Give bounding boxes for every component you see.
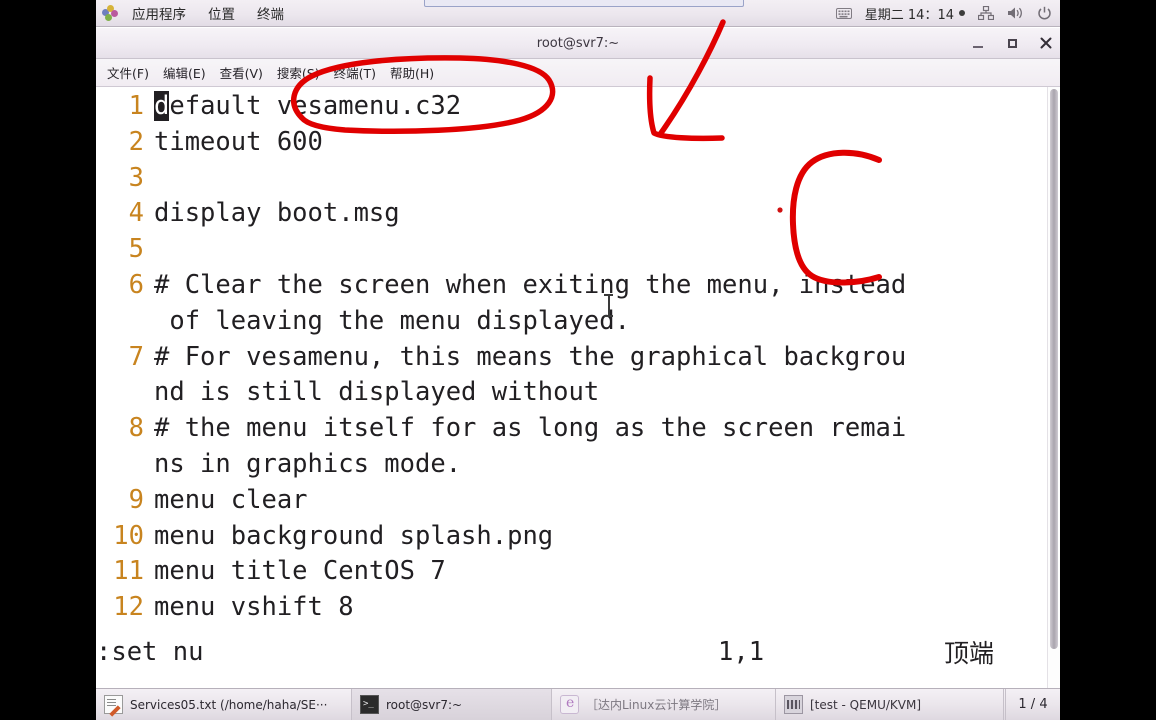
line-content: display boot.msg xyxy=(154,198,400,229)
terminal-icon xyxy=(360,695,379,714)
taskbar-item-label: ［达内Linux云计算学院］ xyxy=(586,698,727,712)
terminal-line: 2 timeout 600 xyxy=(96,125,1046,161)
desktop: 应用程序 位置 终端 星期二 14：14 root@svr7:~ 文件(F) 编… xyxy=(96,0,1060,720)
terminal-line: 5 xyxy=(96,232,1046,268)
menu-help[interactable]: 帮助(H) xyxy=(383,60,441,85)
line-number: 10 xyxy=(113,520,144,551)
taskbar-item-browser[interactable]: ［达内Linux云计算学院］ xyxy=(552,689,776,720)
line-content: efault vesamenu.c32 xyxy=(169,91,462,121)
workspace-indicator[interactable]: 1 / 4 xyxy=(1005,689,1060,720)
line-number: 9 xyxy=(128,484,144,515)
screen-root: 应用程序 位置 终端 星期二 14：14 root@svr7:~ 文件(F) 编… xyxy=(0,0,1156,720)
network-icon[interactable] xyxy=(978,6,994,20)
top-panel-left: 应用程序 位置 终端 xyxy=(96,0,295,26)
line-content: nd is still displayed without xyxy=(154,377,600,408)
clock[interactable]: 星期二 14：14 xyxy=(865,4,965,23)
menu-applications[interactable]: 应用程序 xyxy=(121,0,197,26)
window-controls xyxy=(970,28,1054,58)
line-content: # the menu itself for as long as the scr… xyxy=(154,413,907,444)
maximize-button[interactable] xyxy=(1004,35,1020,51)
terminal-scrollbar[interactable] xyxy=(1047,87,1060,689)
line-number: 6 xyxy=(128,269,144,300)
terminal-window: root@svr7:~ 文件(F) 编辑(E) 查看(V) 搜索(S) 终端(T… xyxy=(96,28,1060,689)
line-number: 11 xyxy=(113,556,144,587)
line-number: 8 xyxy=(128,413,144,444)
menu-search[interactable]: 搜索(S) xyxy=(270,60,327,85)
terminal-line: 4 display boot.msg xyxy=(96,196,1046,232)
minimize-button[interactable] xyxy=(970,35,986,51)
terminal-line: of leaving the menu displayed. xyxy=(96,304,1046,340)
menu-file[interactable]: 文件(F) xyxy=(100,60,156,85)
terminal-line: 9 menu clear xyxy=(96,483,1046,519)
taskbar-item-services05[interactable]: Services05.txt (/home/haha/SE··· xyxy=(96,689,352,720)
terminal-line: 8 # the menu itself for as long as the sc… xyxy=(96,411,1046,447)
line-number: 12 xyxy=(113,592,144,623)
line-number: 3 xyxy=(128,162,144,193)
window-title-bar[interactable]: root@svr7:~ xyxy=(96,28,1060,59)
top-panel-right: 星期二 14：14 xyxy=(835,0,1060,26)
terminal-line: 7 # For vesamenu, this means the graphica… xyxy=(96,340,1046,376)
line-number: 5 xyxy=(128,234,144,265)
terminal-line: nd is still displayed without xyxy=(96,375,1046,411)
menu-places[interactable]: 位置 xyxy=(197,0,246,26)
taskbar-item-terminal[interactable]: root@svr7:~ xyxy=(352,689,552,720)
taskbar: Services05.txt (/home/haha/SE··· root@sv… xyxy=(96,688,1060,720)
taskbar-item-qemu[interactable]: [test - QEMU/KVM] xyxy=(776,689,1004,720)
line-content: menu background splash.png xyxy=(154,520,554,551)
terminal-text: 1 default vesamenu.c32 2 timeout 600 3 4 displ… xyxy=(96,87,1046,626)
line-content: menu clear xyxy=(154,484,308,515)
close-icon[interactable] xyxy=(1038,35,1054,51)
line-number: 1 xyxy=(128,91,144,121)
applications-icon xyxy=(102,4,119,22)
terminal-scrollbar-thumb[interactable] xyxy=(1050,89,1058,649)
line-content: menu vshift 8 xyxy=(154,592,354,623)
menu-terminal[interactable]: 终端 xyxy=(246,0,295,26)
text-editor-icon xyxy=(104,695,123,714)
virtual-machine-icon xyxy=(784,695,803,714)
keyboard-icon[interactable] xyxy=(835,7,852,20)
terminal-line: 10 menu background splash.png xyxy=(96,519,1046,555)
line-number: 7 xyxy=(128,341,144,372)
vim-status-line: :set nu 1,1 顶端 xyxy=(96,637,1046,668)
text-cursor: d xyxy=(154,91,170,121)
terminal-menu-bar: 文件(F) 编辑(E) 查看(V) 搜索(S) 终端(T) 帮助(H) xyxy=(96,59,1060,87)
vim-command: :set nu xyxy=(96,637,204,667)
line-number: 2 xyxy=(128,126,144,157)
terminal-line: 1 default vesamenu.c32 xyxy=(96,89,1046,125)
line-content: of leaving the menu displayed. xyxy=(154,305,630,336)
menu-edit[interactable]: 编辑(E) xyxy=(156,60,213,85)
line-content: menu title CentOS 7 xyxy=(154,556,446,587)
terminal-body[interactable]: 1 default vesamenu.c32 2 timeout 600 3 4 displ… xyxy=(96,87,1060,689)
mouse-ibeam-cursor xyxy=(604,293,613,319)
menu-terminal-menu[interactable]: 终端(T) xyxy=(327,60,383,85)
line-content: timeout 600 xyxy=(154,126,323,157)
clock-text: 星期二 14：14 xyxy=(864,7,954,23)
taskbar-item-label: [test - QEMU/KVM] xyxy=(810,697,922,712)
line-content: ns in graphics mode. xyxy=(154,448,462,479)
vim-cursor-position: 1,1 xyxy=(718,637,765,667)
terminal-line: 11 menu title CentOS 7 xyxy=(96,554,1046,590)
terminal-line: 12 menu vshift 8 xyxy=(96,590,1046,626)
notification-dot-icon xyxy=(959,10,965,16)
line-number: 4 xyxy=(128,198,144,229)
terminal-line: 6 # Clear the screen when exiting the men… xyxy=(96,268,1046,304)
taskbar-item-label: root@svr7:~ xyxy=(386,697,463,712)
terminal-line: 3 xyxy=(96,161,1046,197)
line-content: # For vesamenu, this means the graphical… xyxy=(154,341,907,372)
line-content: # Clear the screen when exiting the menu… xyxy=(154,269,907,300)
background-window-edge xyxy=(424,0,744,7)
taskbar-item-label: Services05.txt (/home/haha/SE··· xyxy=(130,697,328,712)
terminal-line: ns in graphics mode. xyxy=(96,447,1046,483)
window-title: root@svr7:~ xyxy=(536,35,620,51)
power-icon[interactable] xyxy=(1037,6,1052,21)
menu-view[interactable]: 查看(V) xyxy=(213,60,270,85)
browser-icon xyxy=(560,695,579,714)
volume-icon[interactable] xyxy=(1007,6,1024,20)
vim-file-location: 顶端 xyxy=(944,639,995,668)
